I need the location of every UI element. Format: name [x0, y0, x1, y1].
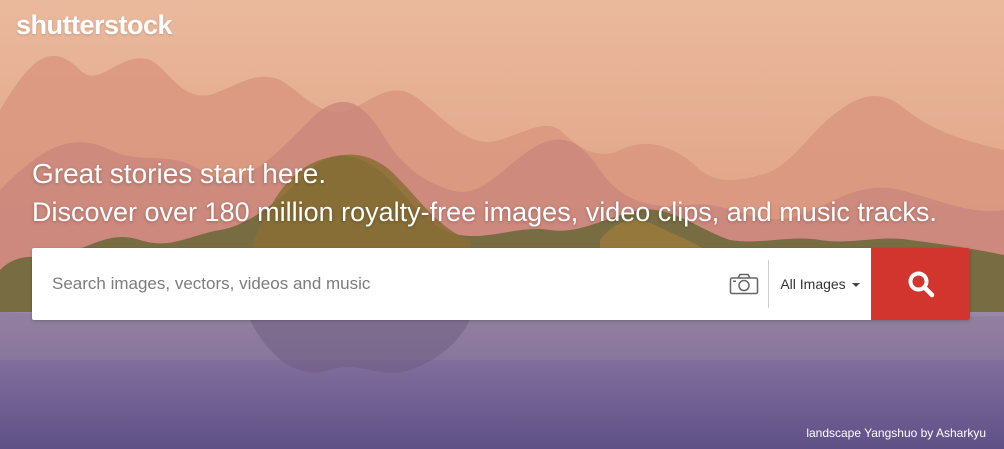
camera-icon	[729, 273, 759, 295]
media-type-dropdown[interactable]: All Images	[769, 248, 871, 320]
hero-banner: shutterstock Great stories start here. D…	[0, 0, 1004, 449]
search-submit-button[interactable]	[871, 248, 970, 320]
search-input[interactable]	[32, 248, 720, 320]
media-type-label: All Images	[780, 276, 846, 292]
hero-headline: Great stories start here.	[32, 158, 327, 189]
hero-subheadline: Discover over 180 million royalty-free i…	[32, 197, 937, 227]
search-by-image-button[interactable]	[720, 248, 768, 320]
shutterstock-logo[interactable]: shutterstock	[16, 10, 173, 41]
search-icon	[908, 271, 934, 298]
search-bar: All Images	[32, 248, 970, 320]
caret-down-icon	[851, 283, 860, 287]
photo-credit-link[interactable]: landscape Yangshuo by Asharkyu	[806, 426, 986, 440]
